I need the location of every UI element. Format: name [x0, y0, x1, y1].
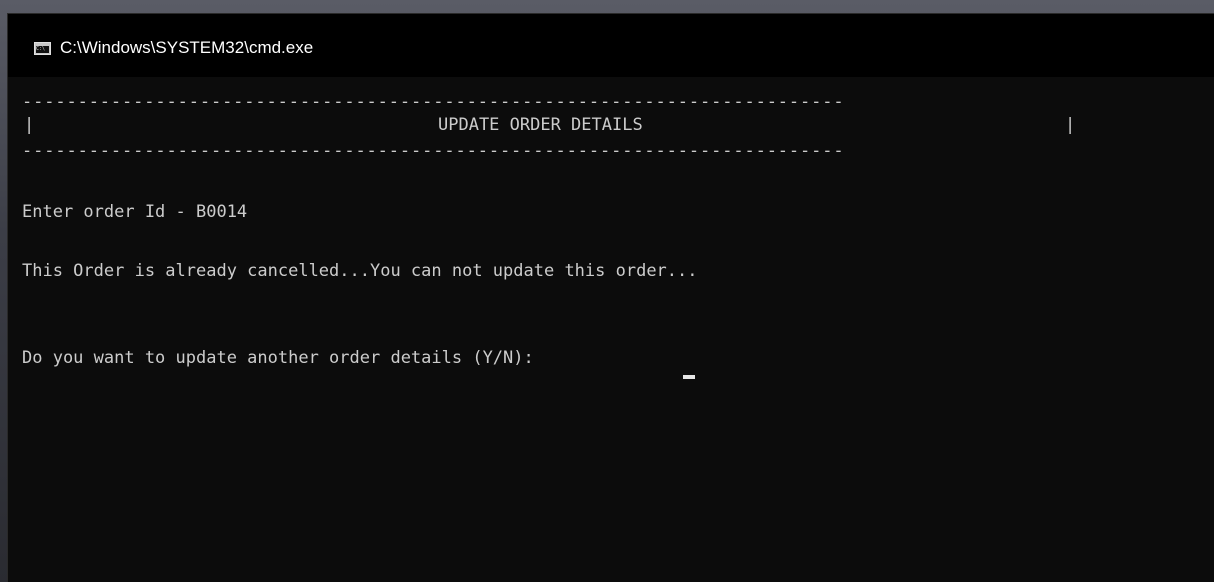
header-border-left: |: [24, 115, 35, 135]
header-border-bottom: ----------------------------------------…: [22, 141, 845, 161]
header-border-top: ----------------------------------------…: [22, 92, 845, 112]
window-title: C:\Windows\SYSTEM32\cmd.exe: [60, 38, 314, 57]
console-output[interactable]: ----------------------------------------…: [8, 77, 1214, 582]
title-bar[interactable]: C:\ C:\Windows\SYSTEM32\cmd.exe: [8, 14, 1214, 77]
cmd-icon[interactable]: C:\: [34, 42, 51, 55]
header-title: UPDATE ORDER DETAILS: [438, 115, 643, 135]
text-cursor[interactable]: [683, 375, 695, 379]
header-border-right: |: [1065, 115, 1076, 135]
continue-prompt: Do you want to update another order deta…: [22, 348, 544, 368]
cmd-icon-glyph: C:\: [36, 46, 49, 53]
order-id-line: Enter order Id - B0014: [22, 202, 248, 222]
cmd-window[interactable]: C:\ C:\Windows\SYSTEM32\cmd.exe --------…: [8, 14, 1214, 582]
status-message: This Order is already cancelled...You ca…: [22, 261, 698, 281]
